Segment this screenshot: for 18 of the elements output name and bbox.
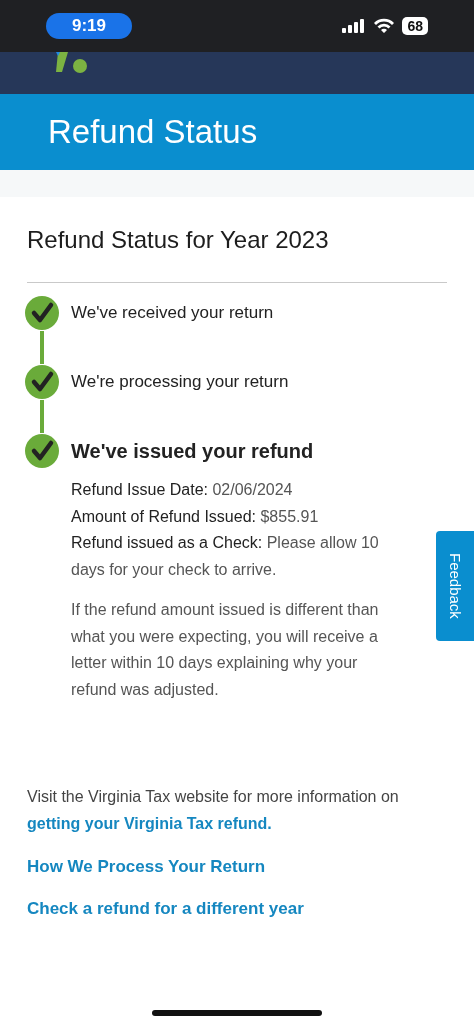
step-label: We're processing your return (71, 371, 289, 393)
feedback-tab[interactable]: Feedback (436, 531, 474, 641)
note-text: If the refund amount issued is different than what you were expecting, you will receive a letter within 10 days explaining why your refund was adjusted. (71, 600, 380, 700)
refund-info-link[interactable]: getting your Virginia Tax refund. (27, 815, 272, 832)
page-link[interactable]: Check a refund for a different year (27, 899, 447, 919)
section-heading: Refund Status for Year 2023 (27, 226, 330, 254)
detail-text: Amount of Refund Issued: $855.91 (71, 506, 320, 527)
detail-text: Refund Issue Date: 02/06/2024 (71, 480, 294, 500)
battery-level: 68 (402, 17, 428, 35)
info-text: Visit the Virginia Tax website for more information on getting your Virginia Tax refund. (27, 787, 400, 834)
signal-icon (342, 19, 367, 33)
detail-text: Refund issued as a Check: Please allow 10 days for your check to arrive. (71, 533, 380, 580)
clock-time: 9:19 (46, 13, 133, 39)
page-link[interactable]: How We Process Your Return (27, 857, 447, 877)
step-label: We've issued your refund (71, 439, 315, 464)
page-title: Refund Status (48, 113, 258, 151)
step-label: We've received your return (71, 302, 274, 324)
wifi-icon (373, 18, 396, 34)
